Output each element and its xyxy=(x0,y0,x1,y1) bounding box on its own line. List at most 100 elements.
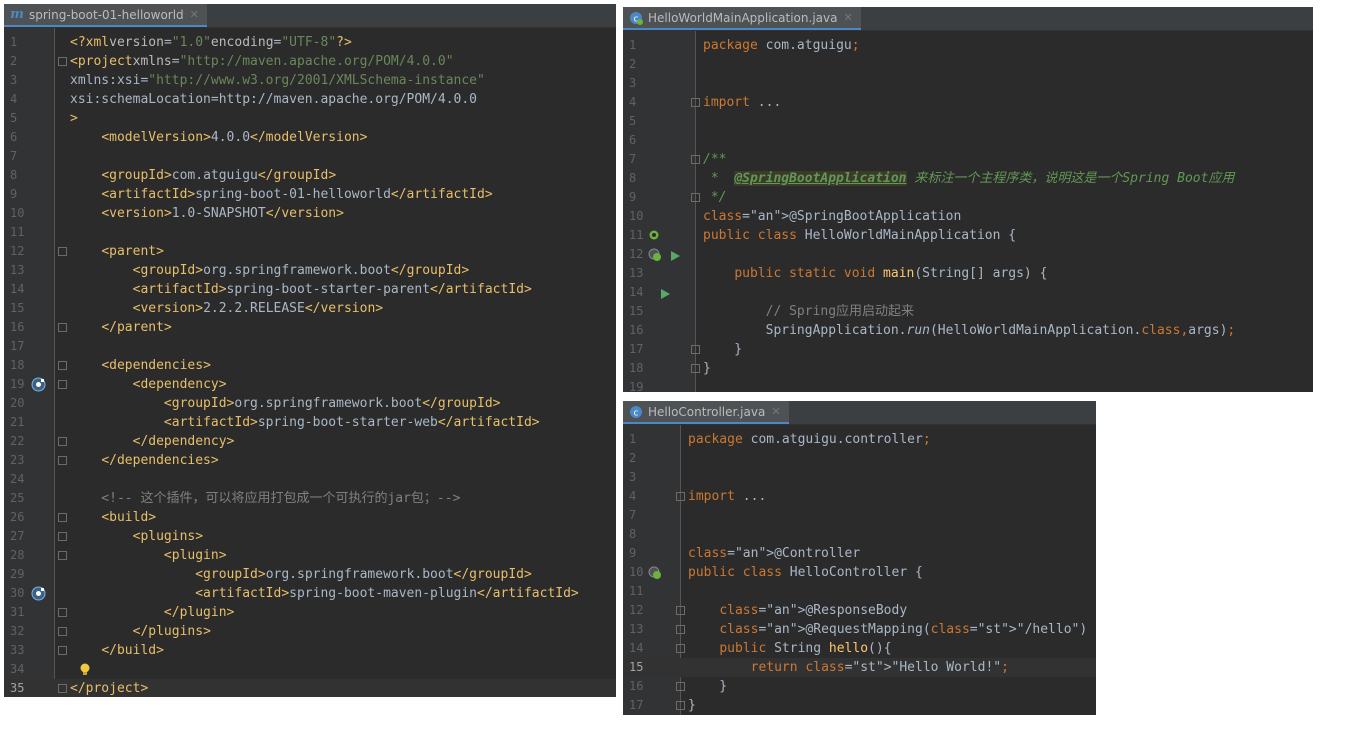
run-icon[interactable] xyxy=(659,285,671,304)
fold-marker[interactable] xyxy=(676,492,685,501)
bean-icon[interactable] xyxy=(31,586,46,605)
code-line[interactable]: 2 xyxy=(623,55,1313,74)
code-line[interactable]: 11 xyxy=(4,223,616,242)
code-line[interactable]: 10 public class HelloController { xyxy=(623,563,1096,582)
code-line[interactable]: 32 </plugins> xyxy=(4,622,616,641)
code-line[interactable]: 2 xyxy=(623,449,1096,468)
fold-marker[interactable] xyxy=(676,625,685,634)
spring-class-icon[interactable] xyxy=(648,565,662,584)
run-icon[interactable] xyxy=(669,247,681,266)
pom-tab[interactable]: m spring-boot-01-helloworld ✕ xyxy=(4,4,207,27)
code-line[interactable]: 15 return class="st">"Hello World!"; xyxy=(623,658,1096,677)
code-line[interactable]: 19 xyxy=(623,378,1313,392)
fold-marker[interactable] xyxy=(676,606,685,615)
code-line[interactable]: 4 xsi:schemaLocation=http://maven.apache.… xyxy=(4,90,616,109)
fold-marker[interactable] xyxy=(676,682,685,691)
code-line[interactable]: 16 </parent> xyxy=(4,318,616,337)
code-line[interactable]: 5 > xyxy=(4,109,616,128)
code-line[interactable]: 14 <artifactId>spring-boot-starter-paren… xyxy=(4,280,616,299)
code-line[interactable]: 1 package com.atguigu.controller; xyxy=(623,430,1096,449)
fold-marker[interactable] xyxy=(676,644,685,653)
fold-marker[interactable] xyxy=(58,456,67,465)
code-line[interactable]: 1 <?xmlversion="1.0"encoding="UTF-8"?> xyxy=(4,33,616,52)
code-line[interactable]: 9 <artifactId>spring-boot-01-helloworld<… xyxy=(4,185,616,204)
fold-marker[interactable] xyxy=(58,437,67,446)
fold-marker[interactable] xyxy=(691,345,700,354)
code-line[interactable]: 7 /** xyxy=(623,150,1313,169)
code-line[interactable]: 18 <dependencies> xyxy=(4,356,616,375)
code-line[interactable]: 33 </build> xyxy=(4,641,616,660)
code-line[interactable]: 24 xyxy=(4,470,616,489)
code-line[interactable]: 4 import ... xyxy=(623,93,1313,112)
code-line[interactable]: 15 <version>2.2.2.RELEASE</version> xyxy=(4,299,616,318)
code-line[interactable]: 9 class="an">@Controller xyxy=(623,544,1096,563)
code-line[interactable]: 3 xyxy=(623,74,1313,93)
fold-marker[interactable] xyxy=(58,627,67,636)
code-line[interactable]: 10 <version>1.0-SNAPSHOT</version> xyxy=(4,204,616,223)
code-line[interactable]: 17} xyxy=(623,696,1096,715)
code-line[interactable]: 17 xyxy=(4,337,616,356)
code-line[interactable]: 10 class="an">@SpringBootApplication xyxy=(623,207,1313,226)
fold-marker[interactable] xyxy=(58,646,67,655)
code-line[interactable]: 3 xyxy=(623,468,1096,487)
code-line[interactable]: 35 </project> xyxy=(4,679,616,697)
bean-icon[interactable] xyxy=(31,377,46,396)
code-line[interactable]: 14 xyxy=(623,283,1313,302)
code-line[interactable]: 13 class="an">@RequestMapping(class="st"… xyxy=(623,620,1096,639)
code-line[interactable]: 2 <projectxmlns="http://maven.apache.org/… xyxy=(4,52,616,71)
code-line[interactable]: 15 // Spring应用启动起来 xyxy=(623,302,1313,321)
code-line[interactable]: 29 <groupId>org.springframework.boot</gr… xyxy=(4,565,616,584)
code-line[interactable]: 6 xyxy=(623,131,1313,150)
code-line[interactable]: 13 <groupId>org.springframework.boot</gr… xyxy=(4,261,616,280)
code-line[interactable]: 6 <modelVersion>4.0.0</modelVersion> xyxy=(4,128,616,147)
code-line[interactable]: 26 <build> xyxy=(4,508,616,527)
code-line[interactable]: 17 } xyxy=(623,340,1313,359)
fold-marker[interactable] xyxy=(58,323,67,332)
lightbulb-icon[interactable] xyxy=(79,662,91,681)
code-line[interactable]: 11 xyxy=(623,582,1096,601)
fold-marker[interactable] xyxy=(58,57,67,66)
code-line[interactable]: 31 </plugin> xyxy=(4,603,616,622)
fold-marker[interactable] xyxy=(691,155,700,164)
fold-marker[interactable] xyxy=(58,380,67,389)
code-line[interactable]: 11 public class HelloWorldMainApplication… xyxy=(623,226,1313,245)
spring-search-icon[interactable] xyxy=(648,228,662,247)
close-icon[interactable]: ✕ xyxy=(843,11,852,24)
code-line[interactable]: 19 <dependency> xyxy=(4,375,616,394)
code-line[interactable]: 1 package com.atguigu; xyxy=(623,36,1313,55)
code-line[interactable]: 4 import ... xyxy=(623,487,1096,506)
code-line[interactable]: 28 <plugin> xyxy=(4,546,616,565)
code-line[interactable]: 16 } xyxy=(623,677,1096,696)
code-line[interactable]: 3 xmlns:xsi="http://www.w3.org/2001/XMLSc… xyxy=(4,71,616,90)
code-line[interactable]: 5 xyxy=(623,112,1313,131)
fold-marker[interactable] xyxy=(58,532,67,541)
fold-marker[interactable] xyxy=(58,247,67,256)
close-icon[interactable]: ✕ xyxy=(190,8,199,21)
fold-marker[interactable] xyxy=(691,193,700,202)
code-line[interactable]: 13 public static void main(String[] args… xyxy=(623,264,1313,283)
spring-class-icon[interactable] xyxy=(648,247,662,266)
fold-marker[interactable] xyxy=(58,684,67,693)
fold-marker[interactable] xyxy=(676,701,685,710)
code-line[interactable]: 22 </dependency> xyxy=(4,432,616,451)
code-line[interactable]: 9 */ xyxy=(623,188,1313,207)
fold-marker[interactable] xyxy=(58,513,67,522)
code-line[interactable]: 20 <groupId>org.springframework.boot</gr… xyxy=(4,394,616,413)
code-line[interactable]: 12 xyxy=(623,245,1313,264)
code-line[interactable]: 8 <groupId>com.atguigu</groupId> xyxy=(4,166,616,185)
code-line[interactable]: 7 xyxy=(623,506,1096,525)
main-app-tab[interactable]: c HelloWorldMainApplication.java ✕ xyxy=(623,7,861,30)
code-line[interactable]: 18} xyxy=(623,359,1313,378)
code-line[interactable]: 14 public String hello(){ xyxy=(623,639,1096,658)
code-line[interactable]: 12 <parent> xyxy=(4,242,616,261)
code-line[interactable]: 8 xyxy=(623,525,1096,544)
fold-marker[interactable] xyxy=(58,551,67,560)
code-line[interactable]: 8 * @SpringBootApplication 来标注一个主程序类，说明这… xyxy=(623,169,1313,188)
code-line[interactable]: 12 class="an">@ResponseBody xyxy=(623,601,1096,620)
code-line[interactable]: 30 <artifactId>spring-boot-maven-plugin<… xyxy=(4,584,616,603)
controller-tab[interactable]: c HelloController.java ✕ xyxy=(623,401,789,424)
fold-marker[interactable] xyxy=(691,98,700,107)
code-line[interactable]: 27 <plugins> xyxy=(4,527,616,546)
fold-marker[interactable] xyxy=(58,608,67,617)
code-line[interactable]: 25 <!-- 这个插件，可以将应用打包成一个可执行的jar包；--> xyxy=(4,489,616,508)
